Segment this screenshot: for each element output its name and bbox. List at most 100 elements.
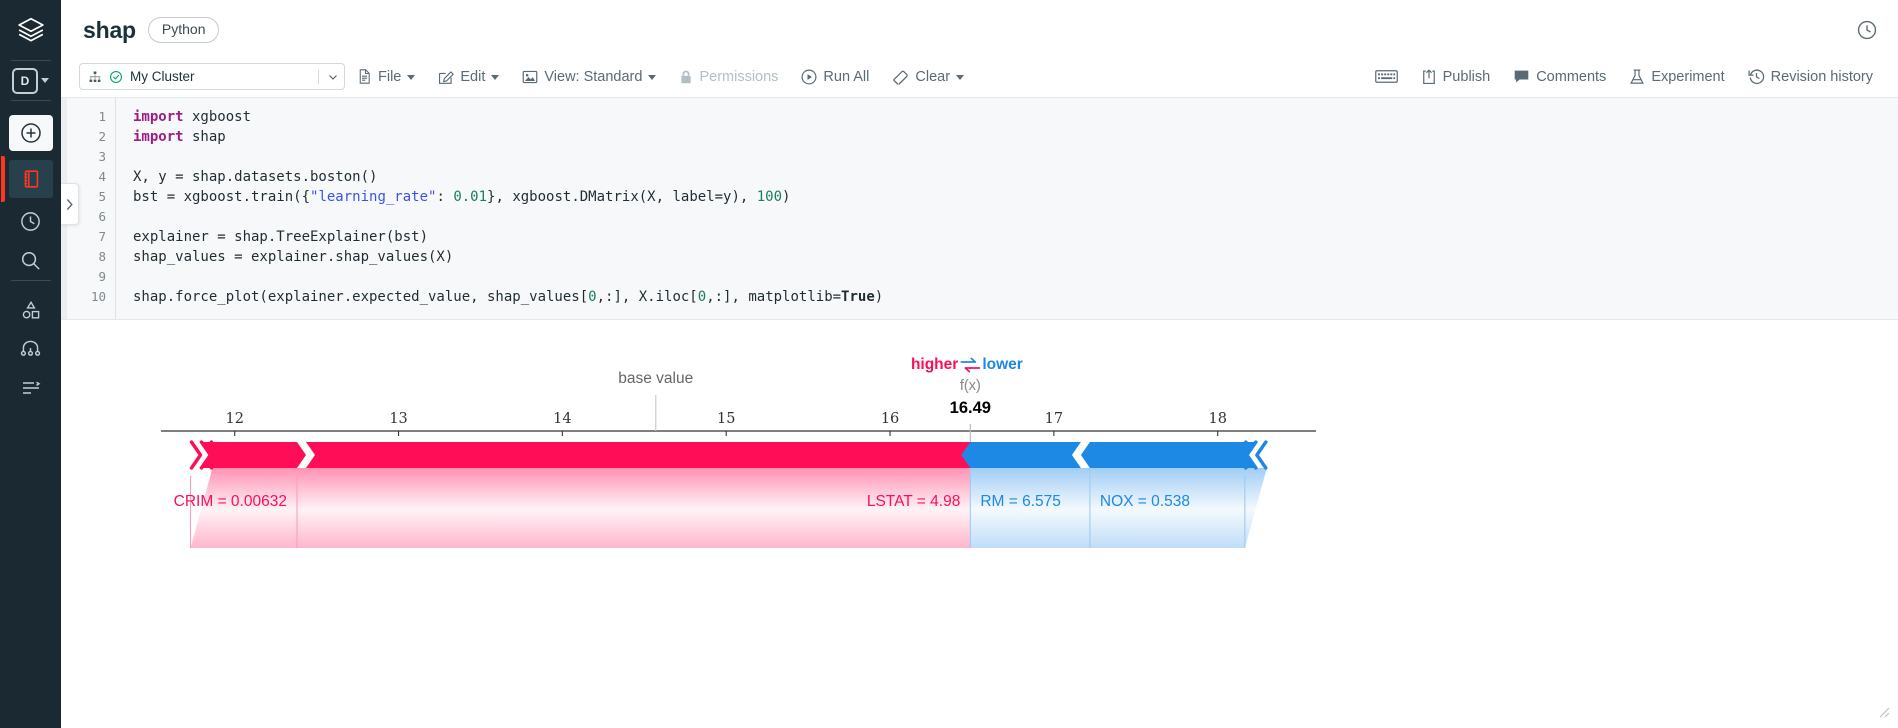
code-line: bst = xgboost.train({"learning_rate": 0.… [133, 187, 1898, 207]
code-token: ,:], X.iloc[ [596, 289, 698, 305]
code-line: explainer = shap.TreeExplainer(bst) [133, 227, 1898, 247]
databricks-notebook-window: D shap Python My Cluster File Edit View:… [0, 0, 1898, 728]
toolbar-keyboard-shortcuts-button[interactable] [1364, 62, 1409, 92]
line-number: 8 [98, 249, 106, 264]
edit-pencil-icon [439, 70, 455, 84]
publish-share-icon [1422, 69, 1435, 84]
plus-circle-icon [20, 123, 41, 143]
toolbar-right-group: Publish Comments Experiment Revision his… [1244, 62, 1884, 92]
sidebar-item-new-item[interactable] [8, 115, 53, 151]
code-token: ) [874, 289, 884, 305]
code-token: 0.01 [453, 189, 488, 205]
sidebar-item-models[interactable] [0, 329, 61, 368]
toolbar-publish-label: Publish [1442, 68, 1491, 85]
clock-circle-icon[interactable] [1856, 19, 1878, 41]
toolbar-run-all-button[interactable]: Run All [789, 62, 880, 92]
output-label: f(x) [960, 378, 981, 394]
toolbar-revision-history-label: Revision history [1770, 68, 1873, 85]
code-token: import [133, 129, 184, 145]
line-number: 10 [90, 289, 106, 304]
sidebar-item-recents[interactable] [0, 202, 61, 241]
toolbar-run-all-label: Run All [823, 68, 870, 85]
chevron-down-icon[interactable] [326, 70, 340, 84]
code-line: X, y = shap.datasets.boston() [133, 167, 1898, 187]
comment-bubble-icon [1514, 70, 1529, 83]
code-token: X, y = shap.datasets.boston() [133, 169, 378, 185]
feature-label-crim: CRIM = 0.00632 [174, 493, 287, 510]
code-line: import shap [133, 127, 1898, 147]
eraser-icon [893, 70, 909, 85]
page-title[interactable]: shap [83, 17, 136, 44]
sidebar-item-jobs[interactable] [0, 368, 61, 407]
line-number: 3 [98, 149, 106, 164]
toolbar-comments-button[interactable]: Comments [1501, 62, 1617, 92]
file-icon [359, 69, 370, 84]
toolbar-menu-file-label: File [378, 68, 402, 85]
line-number: 9 [98, 269, 106, 284]
code-token: shap.force_plot(explainer.expected_value… [133, 289, 589, 305]
code-token: "learning_rate" [310, 189, 437, 205]
chevron-down-icon [956, 75, 965, 80]
code-token: ,:], matplotlib= [706, 289, 842, 305]
code-token: explainer = shap.TreeExplainer(bst) [133, 229, 429, 245]
chevron-icon [1255, 440, 1268, 470]
keyboard-icon [1374, 70, 1398, 83]
toolbar-menu-permissions[interactable]: Permissions [667, 62, 789, 92]
toolbar-menu-view[interactable]: View: Standard [510, 62, 667, 92]
toolbar-experiment-label: Experiment [1651, 68, 1725, 85]
toolbar-menu-edit[interactable]: Edit [426, 62, 510, 92]
code-token: 100 [756, 189, 783, 205]
force-bar-rm [961, 442, 1081, 468]
databricks-logo[interactable] [0, 0, 61, 60]
code-line: import xgboost [133, 107, 1898, 127]
code-line: shap_values = explainer.shap_values(X) [133, 247, 1898, 267]
cell-output-shap-force-plot: 12 13 14 15 16 17 18 base value 16.49 f(x) higher l… [61, 320, 1898, 620]
cluster-icon [89, 71, 101, 82]
clock-icon [21, 212, 40, 231]
toolbar-menu-edit-label: Edit [460, 68, 486, 85]
flask-icon [1630, 69, 1645, 84]
feature-label-lstat: LSTAT = 4.98 [867, 493, 960, 510]
code-token: }, xgboost.DMatrix(X, label=y), [487, 189, 757, 205]
resize-grip-icon[interactable] [1876, 704, 1890, 718]
code-token: bst = xgboost.train({ [133, 189, 311, 205]
line-number: 7 [98, 229, 106, 244]
sidebar-expand-handle[interactable] [61, 183, 79, 225]
notebook-code-cell[interactable]: 1 2 3 4 5 6 7 8 9 10 import xgboost import shap X,… [61, 97, 1898, 320]
language-badge[interactable]: Python [147, 17, 220, 43]
code-token: xgboost [183, 109, 252, 125]
toolbar-menu-clear-label: Clear [915, 68, 951, 85]
x-axis-tick-label: 14 [553, 411, 571, 427]
toolbar-menu-clear[interactable]: Clear [880, 62, 975, 92]
shap-force-plot: 12 13 14 15 16 17 18 base value 16.49 f(x)higher l… [161, 356, 1316, 548]
sidebar-item-search[interactable] [0, 241, 61, 280]
notebook-toolbar: My Cluster File Edit View: Standard Perm… [61, 60, 1898, 93]
sidebar-item-workspace-switcher[interactable]: D [0, 61, 61, 100]
toolbar-revision-history-button[interactable]: Revision history [1736, 62, 1884, 92]
sidebar-item-notebook[interactable] [0, 156, 53, 202]
play-circle-icon [801, 69, 817, 84]
force-bar-lstat [305, 442, 980, 468]
output-value: 16.49 [950, 399, 991, 417]
code-token: : [436, 189, 454, 205]
code-token: 0 [588, 289, 597, 305]
cluster-divider [318, 69, 319, 84]
code-editor[interactable]: import xgboost import shap X, y = shap.da… [116, 98, 1898, 319]
lower-label: lower [982, 356, 1022, 373]
left-navigation-rail: D [0, 0, 61, 728]
toolbar-menu-view-label: View: Standard [544, 68, 643, 85]
toolbar-menu-file[interactable]: File [345, 62, 426, 92]
x-axis-tick-label: 13 [389, 411, 407, 427]
x-axis-tick-label: 17 [1045, 411, 1063, 427]
toolbar-experiment-button[interactable]: Experiment [1617, 62, 1735, 92]
cluster-selector[interactable]: My Cluster [79, 63, 345, 90]
revision-history-icon [1748, 69, 1764, 84]
workspace-d-icon: D [12, 67, 49, 94]
code-token: shap [183, 129, 226, 145]
toolbar-publish-button[interactable]: Publish [1409, 62, 1502, 92]
x-axis-tick-label: 12 [225, 411, 243, 427]
sidebar-item-data[interactable] [0, 290, 61, 329]
code-token: True [841, 289, 875, 305]
